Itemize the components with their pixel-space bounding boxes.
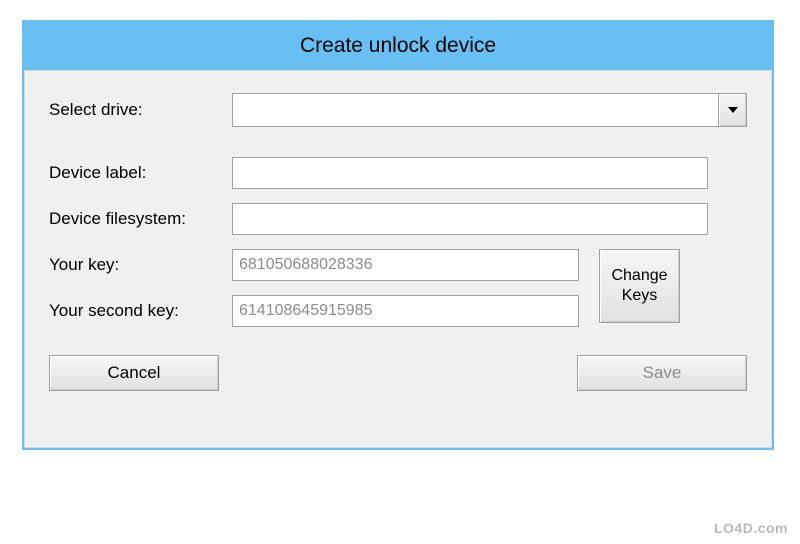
client-area: Select drive: Device label: Device files… bbox=[24, 70, 772, 448]
row-your-key: Your key: bbox=[49, 249, 579, 281]
label-your-key: Your key: bbox=[49, 255, 224, 275]
device-filesystem-input[interactable] bbox=[232, 203, 708, 235]
button-row: Cancel Save bbox=[49, 355, 747, 391]
your-key-input bbox=[232, 249, 579, 281]
label-your-second-key: Your second key: bbox=[49, 301, 224, 321]
keys-left-column: Your key: Your second key: bbox=[49, 249, 579, 327]
change-keys-button[interactable]: Change Keys bbox=[599, 249, 680, 323]
drive-dropdown-button[interactable] bbox=[718, 94, 746, 126]
save-button[interactable]: Save bbox=[577, 355, 747, 391]
chevron-down-icon bbox=[728, 107, 738, 113]
cancel-button[interactable]: Cancel bbox=[49, 355, 219, 391]
titlebar: Create unlock device bbox=[24, 22, 772, 70]
row-select-drive: Select drive: bbox=[49, 93, 747, 127]
keys-group: Your key: Your second key: Change Keys bbox=[49, 249, 747, 327]
window-title: Create unlock device bbox=[300, 34, 496, 58]
drive-dropdown[interactable] bbox=[232, 93, 747, 127]
your-second-key-input bbox=[232, 295, 579, 327]
row-device-fs: Device filesystem: bbox=[49, 203, 747, 235]
device-label-input[interactable] bbox=[232, 157, 708, 189]
label-device-label: Device label: bbox=[49, 163, 224, 183]
dialog-window: Create unlock device Select drive: Devic… bbox=[22, 20, 774, 450]
row-your-second-key: Your second key: bbox=[49, 295, 579, 327]
label-device-fs: Device filesystem: bbox=[49, 209, 224, 229]
label-select-drive: Select drive: bbox=[49, 100, 224, 120]
row-device-label: Device label: bbox=[49, 157, 747, 189]
watermark: LO4D.com bbox=[714, 520, 788, 536]
drive-dropdown-text bbox=[233, 94, 718, 126]
